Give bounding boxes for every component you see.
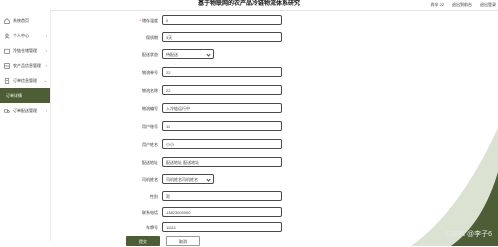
delivery-icon	[4, 108, 10, 114]
field-label: 联系电话	[142, 210, 158, 215]
current-user: 尚辛 22	[430, 2, 444, 7]
field-label: 保质期	[146, 35, 158, 40]
form-row-delivery-status: 配送状态 待配送	[51, 49, 351, 61]
field-label: 车牌号	[146, 225, 158, 230]
gender-input[interactable]: 男	[162, 191, 282, 201]
logistics-no-input[interactable]: 22	[162, 67, 282, 77]
chevron-right-icon: ›	[45, 48, 47, 53]
form-row-driver-name: 司机姓名 司机姓名司机姓名	[51, 174, 351, 186]
delivery-status-select[interactable]: 待配送	[162, 49, 214, 59]
user-name-input[interactable]: 小小	[162, 139, 282, 149]
sidebar-item-label: 个人中心	[13, 32, 29, 38]
sidebar-item-profile[interactable]: 个人中心 ›	[0, 28, 50, 43]
sidebar-item-delivery[interactable]: 订单配送管理 ›	[0, 103, 50, 118]
sidebar-item-label: 冷链仓储管理	[13, 47, 37, 53]
sidebar-item-orders[interactable]: 订单信息管理 ⌄	[0, 73, 50, 88]
logistics-code-input[interactable]: 入冷链运行中	[162, 103, 282, 113]
decorative-background-shape	[411, 127, 498, 246]
field-label: 配送地址	[142, 160, 158, 165]
driver-name-select[interactable]: 司机姓名司机姓名	[162, 174, 214, 184]
field-label: 物流名称	[142, 88, 158, 93]
chevron-down-icon: ⌄	[43, 78, 47, 83]
sidebar-item-order-details[interactable]: 订单详情	[0, 88, 50, 103]
field-label: 用户账号	[142, 124, 158, 129]
top-right-links: 尚辛 22 退出到前台 退出登录	[430, 0, 496, 9]
go-frontend-link[interactable]: 退出到前台	[452, 0, 472, 9]
chevron-right-icon: ›	[45, 33, 47, 38]
field-label: 物流编号	[142, 106, 158, 111]
form-row-phone: 联系电话 13823000000	[51, 207, 351, 219]
sidebar-item-label: 订单详情	[6, 92, 22, 98]
form-row-logistics-name: 物流名称 22	[51, 85, 351, 97]
shelf-life-input[interactable]: 3天	[162, 32, 282, 42]
top-bar: 基于物联网的农产品冷链物流体系研究 尚辛 22 退出到前台 退出登录	[0, 0, 498, 11]
form-row-address: 配送地址 配送地址 配送地址	[51, 157, 351, 169]
storage-temp-input[interactable]: 0	[162, 15, 282, 25]
home-icon	[4, 17, 10, 24]
cancel-button[interactable]: 取消	[166, 236, 200, 246]
sidebar-item-label: 系统首页	[13, 17, 29, 23]
logistics-name-input[interactable]: 22	[162, 85, 282, 95]
sidebar-item-label: 农产品信息管理	[13, 62, 41, 68]
logout-link[interactable]: 退出登录	[480, 0, 496, 9]
address-input[interactable]: 配送地址 配送地址	[162, 157, 282, 167]
sidebar-item-label: 订单信息管理	[13, 77, 37, 83]
chevron-right-icon: ›	[45, 108, 47, 113]
field-label: 性别	[150, 194, 158, 199]
submit-button[interactable]: 提交	[126, 236, 160, 246]
sidebar-item-label: 订单配送管理	[13, 107, 37, 113]
field-label: 配送状态	[142, 52, 158, 57]
sidebar-item-home[interactable]: 系统首页	[0, 13, 50, 28]
order-icon	[4, 77, 10, 84]
form-row-shelf-life: 保质期 3天	[51, 32, 351, 44]
warehouse-icon	[4, 48, 10, 54]
field-label: *储存温度	[139, 18, 158, 23]
chevron-right-icon: ›	[45, 63, 47, 68]
field-label: 物流单号	[142, 70, 158, 75]
field-label: 司机姓名	[142, 177, 158, 182]
form-row-logistics-code: 物流编号 入冷链运行中	[51, 103, 351, 115]
phone-input[interactable]: 13823000000	[162, 207, 282, 217]
produce-icon	[4, 62, 10, 69]
sidebar-item-produce[interactable]: 农产品信息管理 ›	[0, 58, 50, 73]
sidebar: 系统首页 个人中心 › 冷链仓储管理 › 农产品信息管理 › 订单信息管理 ⌄ …	[0, 10, 51, 241]
main-content: *储存温度 0 保质期 3天 配送状态 待配送 物流单号 22 物流名称 22 …	[51, 11, 498, 246]
field-label: 用户姓名	[142, 142, 158, 147]
app-title: 基于物联网的农产品冷链物流体系研究	[197, 1, 300, 7]
watermark: CSDN @李子6	[445, 231, 492, 238]
user-icon	[4, 33, 10, 39]
user-account-input[interactable]: 11	[162, 121, 282, 131]
form-row-gender: 性别 男	[51, 191, 351, 203]
plate-input[interactable]: 11111	[162, 222, 282, 232]
form-row-user-name: 用户姓名 小小	[51, 139, 351, 151]
form-row-user-account: 用户账号 11	[51, 121, 351, 133]
form-row-plate: 车牌号 11111	[51, 222, 351, 234]
sidebar-item-warehouse[interactable]: 冷链仓储管理 ›	[0, 43, 50, 58]
form-row-logistics-no: 物流单号 22	[51, 67, 351, 79]
required-icon: *	[139, 18, 141, 23]
form-row-storage-temp: *储存温度 0	[51, 15, 351, 27]
